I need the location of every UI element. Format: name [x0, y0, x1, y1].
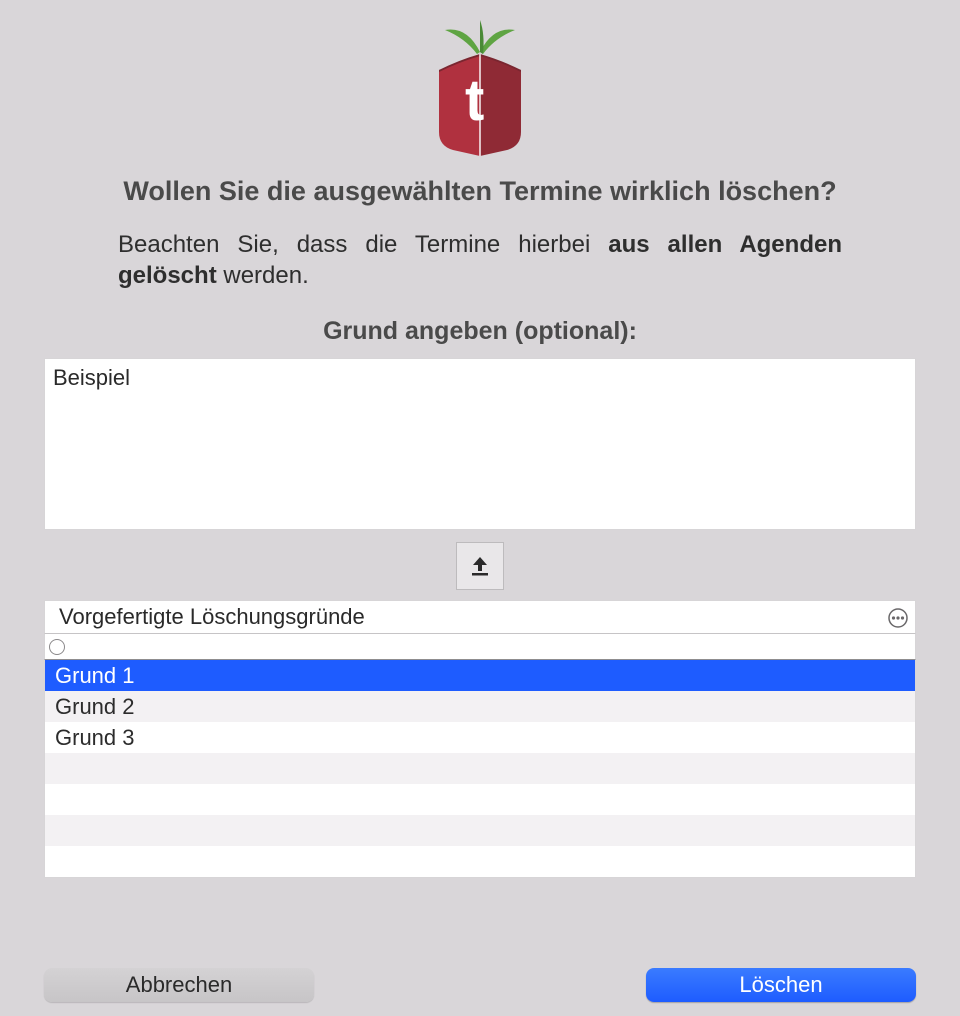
preset-filter-row[interactable] — [44, 634, 916, 660]
reason-textarea[interactable] — [44, 358, 916, 530]
preset-item[interactable] — [45, 846, 915, 877]
preset-reasons-header: Vorgefertigte Löschungsgründe — [44, 600, 916, 634]
preset-header-label: Vorgefertigte Löschungsgründe — [59, 604, 365, 630]
radio-empty-icon — [49, 639, 65, 655]
preset-reasons-list: Grund 1Grund 2Grund 3 — [44, 660, 916, 878]
preset-item[interactable] — [45, 784, 915, 815]
body-text-post: werden. — [217, 262, 309, 289]
preset-item[interactable] — [45, 815, 915, 846]
reason-label: Grund angeben (optional): — [8, 317, 952, 346]
body-text-pre: Beachten Sie, dass die Termine hierbei — [118, 231, 608, 258]
svg-text:t: t — [465, 68, 484, 133]
dialog-title: Wollen Sie die ausgewählten Termine wirk… — [48, 176, 912, 207]
preset-item[interactable]: Grund 1 — [45, 660, 915, 691]
dialog-body: Beachten Sie, dass die Termine hierbei a… — [118, 229, 842, 291]
upload-icon — [467, 553, 493, 579]
app-logo: t — [8, 20, 952, 160]
tomato-logo-icon: t — [425, 20, 535, 160]
preset-item[interactable]: Grund 3 — [45, 722, 915, 753]
preset-item[interactable]: Grund 2 — [45, 691, 915, 722]
insert-reason-button[interactable] — [456, 542, 504, 590]
preset-item[interactable] — [45, 753, 915, 784]
dialog-buttons: Abbrechen Löschen — [44, 968, 916, 1002]
more-icon[interactable] — [887, 607, 909, 629]
cancel-button[interactable]: Abbrechen — [44, 968, 314, 1002]
delete-appointments-dialog: t Wollen Sie die ausgewählten Termine wi… — [8, 8, 952, 1008]
delete-button[interactable]: Löschen — [646, 968, 916, 1002]
